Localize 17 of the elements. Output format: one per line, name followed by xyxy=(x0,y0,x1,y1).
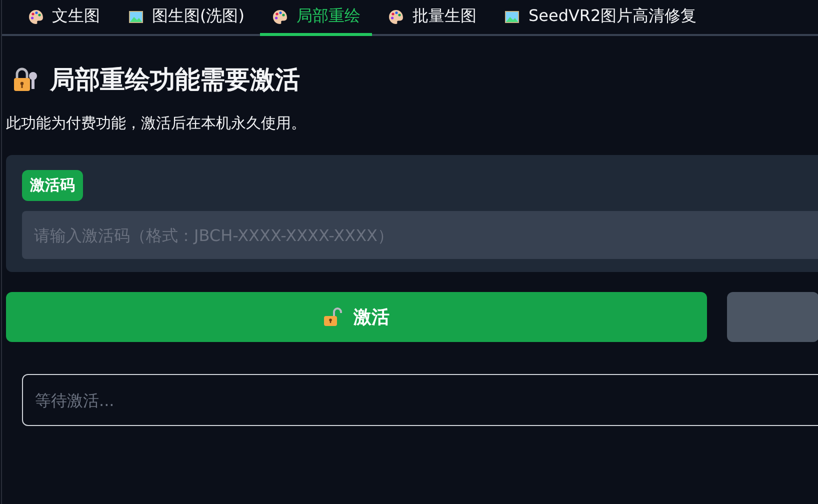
tab[interactable]: 图生图(洗图) xyxy=(116,0,256,36)
secondary-button[interactable] xyxy=(726,292,818,342)
tab[interactable]: SeedVR2图片高清修复 xyxy=(492,0,709,36)
picture-icon xyxy=(504,8,520,24)
tab[interactable]: 批量生图 xyxy=(376,0,488,36)
tab[interactable]: 文生图 xyxy=(16,0,112,36)
description-text: 此功能为付费功能，激活后在本机永久使用。 xyxy=(6,114,307,133)
lock-key-icon xyxy=(12,66,40,92)
unlocked-icon xyxy=(323,307,344,327)
palette-icon xyxy=(28,8,44,24)
palette-icon xyxy=(272,8,288,24)
tab[interactable]: 局部重绘 xyxy=(260,0,372,36)
status-field[interactable]: 等待激活... xyxy=(22,374,818,426)
picture-icon xyxy=(128,8,144,24)
page-heading: 局部重绘功能需要激活 xyxy=(50,64,300,96)
field-label: 激活码 xyxy=(22,170,83,201)
palette-icon xyxy=(388,8,404,24)
